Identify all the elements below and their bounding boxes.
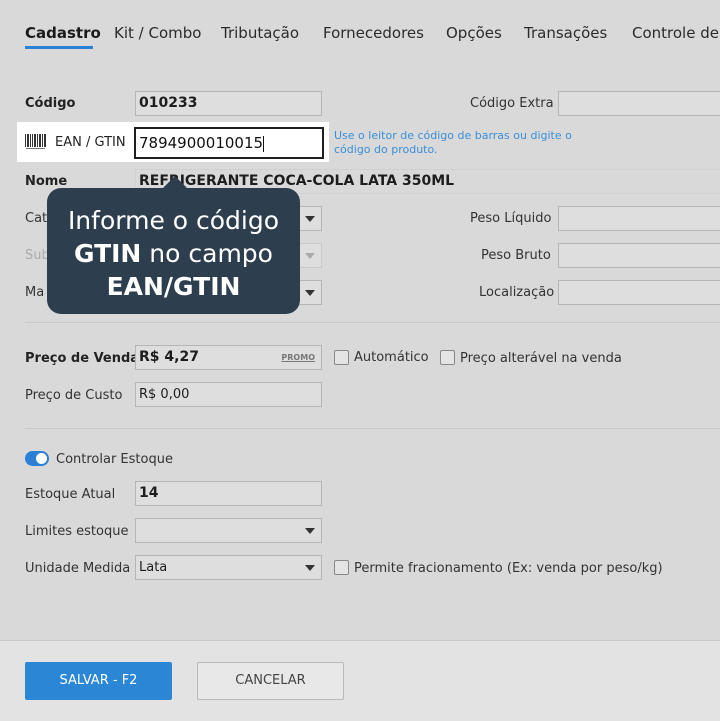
save-button[interactable]: SALVAR - F2 xyxy=(25,662,172,700)
marca-label: Ma xyxy=(25,285,45,300)
localizacao-input[interactable] xyxy=(558,280,720,305)
tooltip-line-2-rest: no campo xyxy=(141,239,273,268)
section-divider xyxy=(25,428,720,429)
section-divider xyxy=(25,322,720,323)
preco-custo-input[interactable]: R$ 0,00 xyxy=(135,382,322,407)
localizacao-label: Localização xyxy=(479,285,555,300)
unidade-medida-label: Unidade Medida xyxy=(25,561,131,576)
barcode-icon xyxy=(25,134,46,149)
automatico-checkbox[interactable] xyxy=(334,350,349,365)
preco-alteravel-checkbox[interactable] xyxy=(440,350,455,365)
ean-label: EAN / GTIN xyxy=(55,135,126,150)
estoque-atual-label: Estoque Atual xyxy=(25,487,116,502)
tab-tributacao[interactable]: Tributação xyxy=(221,24,299,42)
limites-estoque-select[interactable] xyxy=(135,518,322,543)
unidade-medida-select[interactable]: Lata xyxy=(135,555,322,580)
fracionamento-checkbox[interactable] xyxy=(334,560,349,575)
codigo-label: Código xyxy=(25,96,76,111)
gtin-tooltip: Informe o código GTIN no campo EAN/GTIN xyxy=(47,188,300,314)
tooltip-gtin-bold: GTIN xyxy=(74,239,142,268)
ean-input[interactable]: 7894900010015 xyxy=(134,127,324,159)
estoque-atual-input[interactable]: 14 xyxy=(135,481,322,506)
chevron-down-icon xyxy=(305,253,315,259)
preco-alteravel-label: Preço alterável na venda xyxy=(460,351,622,366)
controlar-estoque-label: Controlar Estoque xyxy=(56,452,173,467)
tab-transacoes[interactable]: Transações xyxy=(524,24,607,42)
peso-bruto-input[interactable] xyxy=(558,243,720,268)
tooltip-ean-gtin-bold: EAN/GTIN xyxy=(106,272,241,301)
automatico-label: Automático xyxy=(354,350,429,365)
chevron-down-icon xyxy=(305,528,315,534)
chevron-down-icon xyxy=(305,565,315,571)
tab-controle[interactable]: Controle de xyxy=(632,24,719,42)
codigo-extra-input[interactable] xyxy=(558,91,720,116)
tab-bar: Cadastro Kit / Combo Tributação Forneced… xyxy=(0,0,720,60)
chevron-down-icon xyxy=(305,290,315,296)
tooltip-line-2: GTIN no campo xyxy=(47,237,300,270)
limites-estoque-label: Limites estoque xyxy=(25,524,129,539)
active-tab-indicator xyxy=(25,46,93,49)
controlar-estoque-toggle[interactable] xyxy=(25,451,49,466)
preco-venda-value: R$ 4,27 xyxy=(139,349,199,365)
codigo-input[interactable]: 010233 xyxy=(135,91,322,116)
peso-liquido-input[interactable] xyxy=(558,206,720,231)
tab-kit-combo[interactable]: Kit / Combo xyxy=(114,24,201,42)
promo-link[interactable]: PROMO xyxy=(281,353,315,362)
tooltip-line-1: Informe o código xyxy=(67,206,280,235)
tooltip-line-3: EAN/GTIN xyxy=(47,270,300,303)
preco-venda-label: Preço de Venda xyxy=(25,351,140,366)
cancel-button[interactable]: CANCELAR xyxy=(197,662,344,700)
text-caret xyxy=(263,135,265,152)
fracionamento-label: Permite fracionamento (Ex: venda por pes… xyxy=(354,561,663,576)
ean-value: 7894900010015 xyxy=(139,134,264,152)
ean-hint: Use o leitor de código de barras ou digi… xyxy=(334,129,572,156)
preco-custo-label: Preço de Custo xyxy=(25,388,123,403)
preco-venda-input[interactable]: R$ 4,27 PROMO xyxy=(135,345,322,370)
unidade-medida-value: Lata xyxy=(139,560,168,575)
categoria-label: Cat xyxy=(25,211,48,226)
toggle-knob xyxy=(36,453,47,464)
peso-bruto-label: Peso Bruto xyxy=(481,248,551,263)
tab-opcoes[interactable]: Opções xyxy=(446,24,502,42)
tab-cadastro[interactable]: Cadastro xyxy=(25,24,101,42)
tab-fornecedores[interactable]: Fornecedores xyxy=(323,24,424,42)
codigo-extra-label: Código Extra xyxy=(470,96,554,111)
chevron-down-icon xyxy=(305,216,315,222)
peso-liquido-label: Peso Líquido xyxy=(470,211,552,226)
nome-label: Nome xyxy=(25,174,68,189)
